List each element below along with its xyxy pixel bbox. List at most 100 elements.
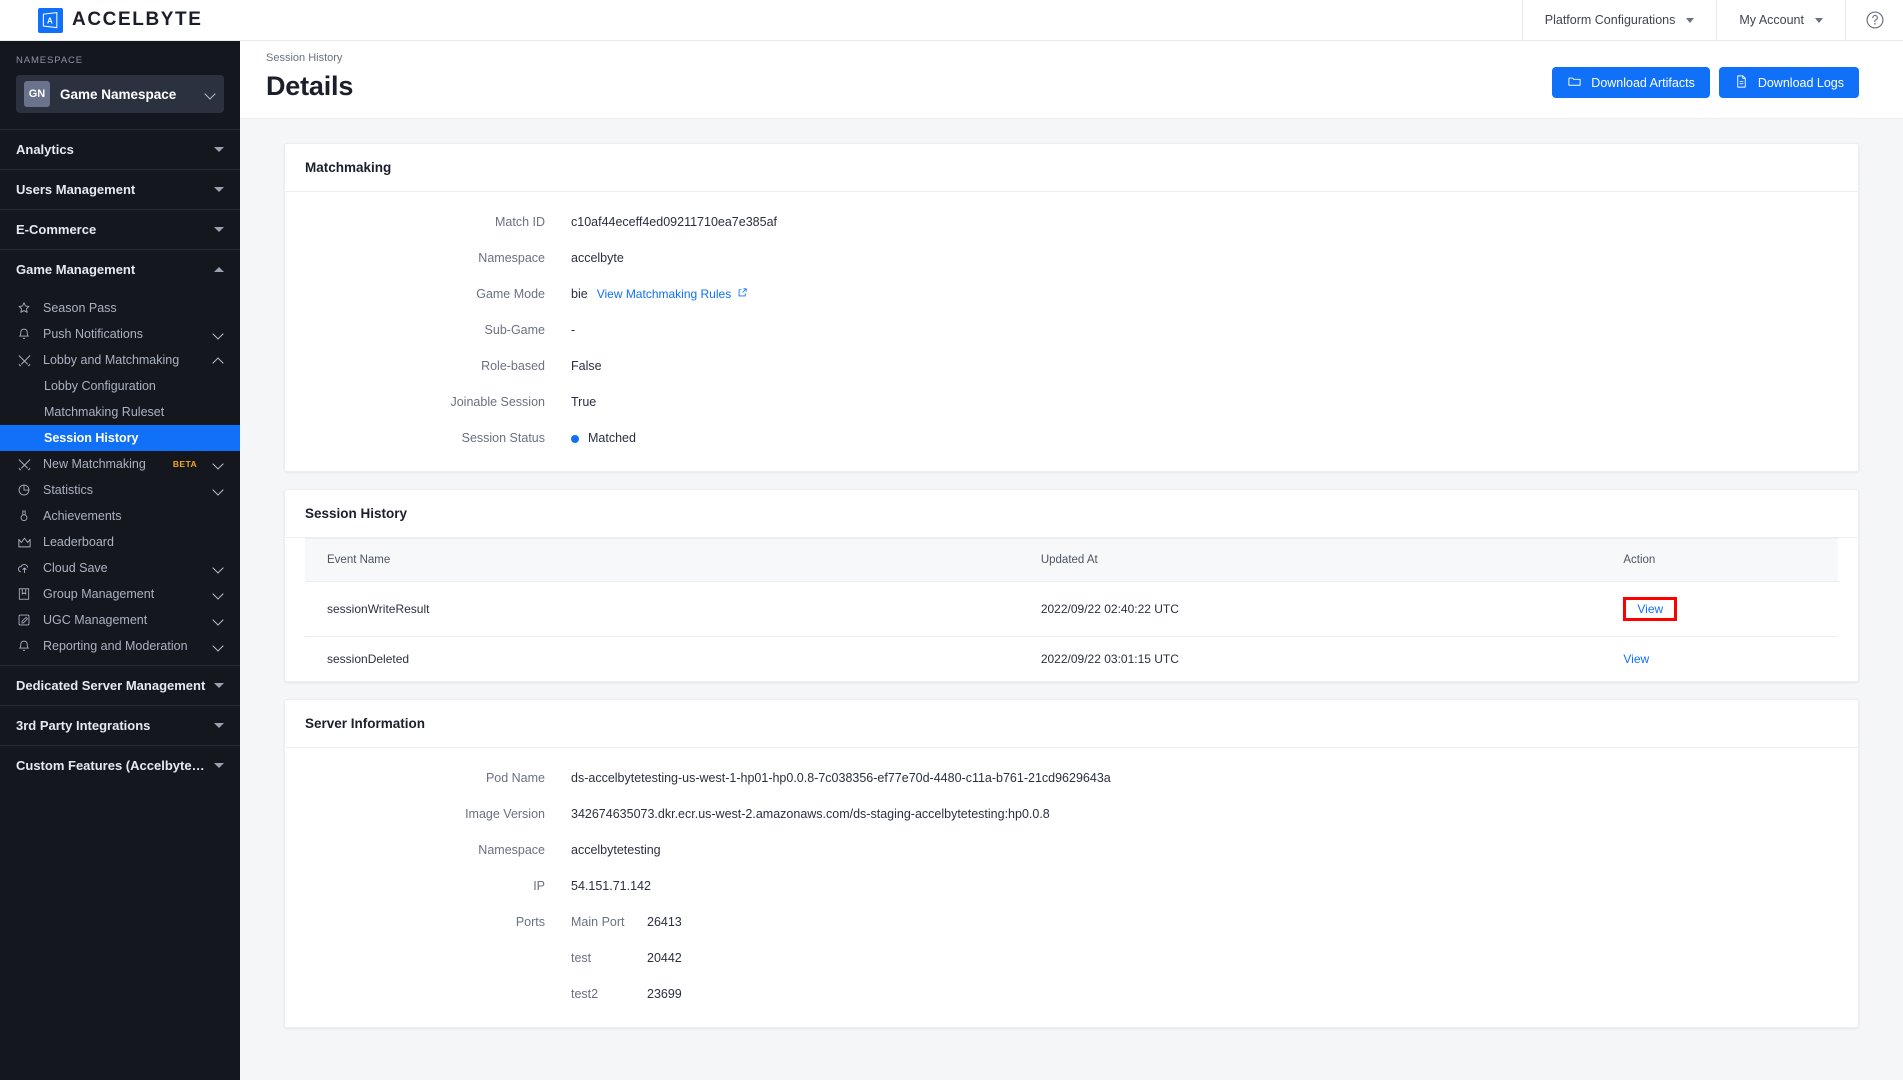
external-link-icon: [737, 286, 748, 303]
field-value-group: Matched: [571, 430, 636, 447]
sidebar-item-label: Season Pass: [43, 301, 117, 315]
field-game-mode: Game Mode bie View Matchmaking Rules: [305, 286, 1838, 303]
sidebar-item-cloud-save[interactable]: Cloud Save: [0, 555, 240, 581]
sidebar-section-dedicated-server-management[interactable]: Dedicated Server Management: [0, 665, 240, 705]
matchmaking-icon: [16, 352, 32, 368]
download-artifacts-button[interactable]: Download Artifacts: [1552, 67, 1710, 98]
sidebar-section-label: E-Commerce: [16, 222, 97, 237]
field-label: Session Status: [461, 431, 545, 445]
chevron-down-icon: [214, 459, 224, 469]
sidebar-section-users-management[interactable]: Users Management: [0, 169, 240, 209]
my-account-menu[interactable]: My Account: [1716, 0, 1845, 41]
folder-icon: [1567, 74, 1582, 92]
sidebar-item-label: Lobby and Matchmaking: [43, 353, 180, 367]
server-information-card-title: Server Information: [285, 700, 1858, 748]
triangle-up-icon: [214, 267, 224, 272]
field-value: 342674635073.dkr.ecr.us-west-2.amazonaws…: [571, 807, 1050, 821]
table-header: Event Name Updated At Action: [305, 538, 1838, 582]
help-button[interactable]: [1845, 0, 1903, 41]
field-label: Role-based: [481, 359, 545, 373]
sidebar-section-custom-features[interactable]: Custom Features (Accelbyte In...: [0, 745, 240, 785]
ports-list: Main Port 26413 test 20442 test2 23699: [571, 914, 682, 1003]
matchmaking-card-title: Matchmaking: [285, 144, 1858, 192]
chevron-down-icon: [214, 485, 224, 495]
sidebar-item-leaderboard[interactable]: Leaderboard: [0, 529, 240, 555]
cell-action: View: [1623, 637, 1838, 682]
namespace-selector[interactable]: GN Game Namespace: [16, 75, 224, 113]
sidebar-section-analytics[interactable]: Analytics: [0, 129, 240, 169]
chevron-down-icon: [214, 615, 224, 625]
sidebar-item-matchmaking-ruleset[interactable]: Matchmaking Ruleset: [0, 399, 240, 425]
breadcrumb[interactable]: Session History: [266, 52, 1552, 64]
chevron-down-icon: [214, 329, 224, 339]
sidebar-item-season-pass[interactable]: Season Pass: [0, 295, 240, 321]
chevron-down-icon: [1686, 17, 1695, 23]
sidebar-item-session-history[interactable]: Session History: [0, 425, 240, 451]
column-header-action: Action: [1623, 538, 1838, 582]
field-match-id: Match ID c10af44eceff4ed09211710ea7e385a…: [305, 214, 1838, 231]
chevron-up-icon: [214, 355, 224, 365]
field-value: accelbyte: [571, 251, 624, 265]
table-body: sessionWriteResult 2022/09/22 02:40:22 U…: [305, 581, 1838, 682]
group-icon: [16, 586, 32, 602]
sidebar-item-label: UGC Management: [43, 613, 148, 627]
sidebar-section-e-commerce[interactable]: E-Commerce: [0, 209, 240, 249]
brand-logo[interactable]: A ACCELBYTE: [0, 7, 240, 33]
sidebar-item-label: Group Management: [43, 587, 155, 601]
port-value: 20442: [647, 951, 682, 965]
document-icon: [1734, 74, 1749, 92]
port-value: 26413: [647, 915, 682, 929]
sidebar-item-lobby-configuration[interactable]: Lobby Configuration: [0, 373, 240, 399]
triangle-down-icon: [214, 683, 224, 688]
sidebar-item-lobby-and-matchmaking[interactable]: Lobby and Matchmaking: [0, 347, 240, 373]
triangle-down-icon: [214, 187, 224, 192]
matchmaking-card-body: Match ID c10af44eceff4ed09211710ea7e385a…: [285, 192, 1858, 471]
page-header-actions: Download Artifacts Download Logs: [1552, 67, 1859, 102]
sidebar-item-statistics[interactable]: Statistics: [0, 477, 240, 503]
sidebar-item-label: Leaderboard: [43, 535, 114, 549]
sidebar-item-group-management[interactable]: Group Management: [0, 581, 240, 607]
cell-updated-at: 2022/09/22 03:01:15 UTC: [1040, 652, 1179, 666]
sidebar-section-game-management[interactable]: Game Management: [0, 249, 240, 289]
field-value: -: [571, 323, 576, 337]
platform-configurations-menu[interactable]: Platform Configurations: [1521, 0, 1717, 41]
table-row: sessionWriteResult 2022/09/22 02:40:22 U…: [305, 581, 1838, 637]
sidebar-item-label: Statistics: [43, 483, 94, 497]
chevron-down-icon: [206, 89, 216, 99]
sidebar-section-label: Users Management: [16, 182, 136, 197]
sidebar-item-push-notifications[interactable]: Push Notifications: [0, 321, 240, 347]
field-session-status: Session Status Matched: [305, 430, 1838, 447]
field-server-namespace: Namespace accelbytetesting: [305, 842, 1838, 859]
page-title: Details: [266, 71, 354, 101]
bell-icon: [16, 638, 32, 654]
matchmaking-icon: [16, 456, 32, 472]
view-link[interactable]: View: [1623, 652, 1649, 666]
download-logs-button[interactable]: Download Logs: [1718, 67, 1859, 98]
chevron-down-icon: [214, 589, 224, 599]
field-label: Namespace: [478, 251, 545, 265]
session-history-table: Event Name Updated At Action sessionWrit…: [305, 538, 1838, 681]
server-information-card: Server Information Pod Name ds-accelbyte…: [284, 699, 1859, 1028]
sidebar-item-new-matchmaking[interactable]: New Matchmaking BETA: [0, 451, 240, 477]
cell-event-name: sessionWriteResult: [305, 581, 1041, 637]
sidebar-item-ugc-management[interactable]: UGC Management: [0, 607, 240, 633]
namespace-label: NAMESPACE: [16, 55, 84, 66]
field-ports: Ports Main Port 26413 test 20442 test2 2…: [305, 914, 1838, 1003]
cell-event-name: sessionDeleted: [327, 652, 410, 666]
sidebar-item-reporting-and-moderation[interactable]: Reporting and Moderation: [0, 633, 240, 659]
field-value: 54.151.71.142: [571, 879, 651, 893]
page-header-left: Session History Details: [266, 52, 1552, 102]
session-history-table-wrap: Event Name Updated At Action sessionWrit…: [285, 538, 1858, 681]
top-bar-menu: Platform Configurations My Account: [1521, 0, 1903, 41]
status-dot-icon: [571, 434, 579, 443]
medal-icon: [16, 508, 32, 524]
sidebar-item-achievements[interactable]: Achievements: [0, 503, 240, 529]
namespace-block: NAMESPACE GN Game Namespace: [0, 41, 240, 129]
crown-icon: [16, 534, 32, 550]
view-matchmaking-rules-link[interactable]: View Matchmaking Rules: [597, 286, 749, 303]
sidebar-section-3rd-party-integrations[interactable]: 3rd Party Integrations: [0, 705, 240, 745]
column-header-event-name: Event Name: [305, 538, 1041, 582]
sidebar-section-label: 3rd Party Integrations: [16, 718, 151, 733]
view-link[interactable]: View: [1637, 602, 1663, 616]
content-scroll-area[interactable]: Matchmaking Match ID c10af44eceff4ed0921…: [240, 119, 1903, 1080]
